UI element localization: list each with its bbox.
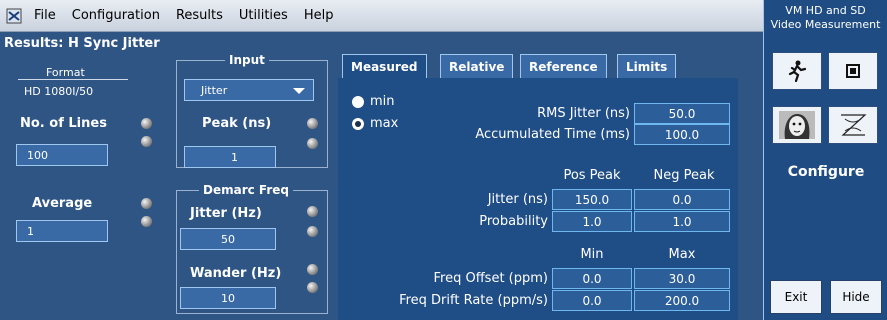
- radio-min-label: min: [370, 94, 395, 109]
- radio-max-label: max: [370, 116, 399, 131]
- app-title-line2: Video Measurement: [770, 18, 881, 31]
- demarc-wander-label: Wander (Hz): [190, 266, 282, 281]
- lines-label: No. of Lines: [20, 116, 107, 131]
- configure-label: Configure: [787, 164, 865, 180]
- freq-drift-label: Freq Drift Rate (ppm/s): [399, 293, 548, 308]
- demarc-wander-field[interactable]: 10: [180, 287, 276, 309]
- app-logo-icon[interactable]: [6, 8, 22, 24]
- tab-relative[interactable]: Relative: [440, 54, 514, 78]
- format-label: Format: [46, 66, 85, 79]
- average-knob-icon[interactable]: [141, 198, 152, 209]
- peak-knob-icon[interactable]: [307, 118, 318, 129]
- stop-button[interactable]: [828, 52, 878, 90]
- lines-field[interactable]: 100: [16, 144, 108, 166]
- peak-field[interactable]: 1: [184, 146, 276, 168]
- average-field[interactable]: 1: [16, 220, 108, 242]
- accumulated-label: Accumulated Time (ms): [475, 127, 630, 142]
- running-man-icon: [788, 60, 807, 82]
- accumulated-value: 100.0: [634, 124, 730, 145]
- freq-offset-max-value: 30.0: [634, 268, 730, 289]
- hourglass-wave-icon: [841, 114, 867, 136]
- radio-max[interactable]: max: [352, 116, 398, 131]
- demarc-wander-knob-secondary-icon[interactable]: [307, 282, 318, 293]
- lines-knob-secondary-icon[interactable]: [141, 136, 152, 147]
- results-title: Results: H Sync Jitter: [4, 36, 160, 51]
- jitter-row-label: Jitter (ns): [487, 192, 548, 207]
- stop-square-icon: [846, 64, 860, 78]
- app-title-line1: VM HD and SD: [785, 4, 866, 17]
- demarc-jitter-field[interactable]: 50: [180, 228, 276, 250]
- freq-offset-label: Freq Offset (ppm): [433, 271, 548, 286]
- rms-label: RMS Jitter (ns): [537, 106, 630, 121]
- max-header: Max: [668, 247, 696, 262]
- hide-button[interactable]: Hide: [830, 280, 882, 314]
- input-dropdown-value: Jitter: [201, 83, 228, 97]
- tab-measured[interactable]: Measured: [342, 54, 427, 78]
- pos-peak-header: Pos Peak: [563, 168, 621, 183]
- format-divider: [18, 79, 128, 80]
- run-button[interactable]: [772, 52, 822, 90]
- freq-offset-min-value: 0.0: [552, 268, 632, 289]
- radio-max-dot[interactable]: [352, 117, 364, 130]
- demarc-jitter-knob-secondary-icon[interactable]: [307, 226, 318, 237]
- face-picture-icon: [779, 111, 815, 139]
- peak-label: Peak (ns): [202, 116, 272, 131]
- jitter-pos-value: 150.0: [552, 189, 632, 210]
- waveform-button[interactable]: [828, 106, 878, 144]
- min-header: Min: [580, 247, 604, 262]
- radio-min[interactable]: min: [352, 94, 395, 109]
- menu-bar: File Configuration Results Utilities Hel…: [0, 0, 763, 32]
- app-title: VM HD and SD Video Measurement: [764, 0, 887, 32]
- format-value: HD 1080I/50: [24, 85, 94, 98]
- peak-knob-secondary-icon[interactable]: [307, 138, 318, 149]
- tab-limits[interactable]: Limits: [617, 54, 677, 78]
- average-label: Average: [32, 196, 93, 211]
- menu-configuration[interactable]: Configuration: [64, 8, 168, 23]
- probability-label: Probability: [479, 214, 548, 229]
- freq-drift-max-value: 200.0: [634, 290, 730, 311]
- demarc-wander-knob-icon[interactable]: [307, 264, 318, 275]
- jitter-neg-value: 0.0: [634, 189, 730, 210]
- input-dropdown[interactable]: Jitter: [184, 79, 314, 101]
- menu-help[interactable]: Help: [296, 8, 342, 23]
- demarc-jitter-knob-icon[interactable]: [307, 206, 318, 217]
- menu-results[interactable]: Results: [168, 8, 231, 23]
- radio-min-dot[interactable]: [352, 95, 364, 108]
- neg-peak-header: Neg Peak: [653, 168, 715, 183]
- average-knob-secondary-icon[interactable]: [141, 216, 152, 227]
- rms-value: 50.0: [634, 103, 730, 124]
- chevron-down-icon: [293, 88, 305, 94]
- probability-pos-value: 1.0: [552, 211, 632, 232]
- picture-button[interactable]: [772, 106, 822, 144]
- freq-drift-min-value: 0.0: [552, 290, 632, 311]
- menu-file[interactable]: File: [26, 8, 64, 23]
- demarc-jitter-label: Jitter (Hz): [190, 206, 262, 221]
- exit-button[interactable]: Exit: [770, 280, 822, 314]
- probability-neg-value: 1.0: [634, 211, 730, 232]
- demarc-group-title: Demarc Freq: [199, 183, 293, 197]
- right-panel: VM HD and SD Video Measurement Configure: [763, 0, 887, 320]
- lines-knob-icon[interactable]: [141, 118, 152, 129]
- tab-reference[interactable]: Reference: [520, 54, 607, 78]
- menu-utilities[interactable]: Utilities: [231, 8, 296, 23]
- input-group-title: Input: [225, 53, 269, 67]
